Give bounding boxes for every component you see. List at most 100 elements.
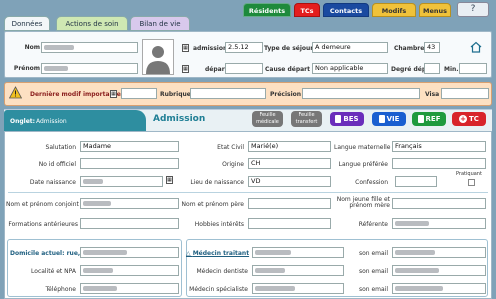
degre-dep-label: Degré dép xyxy=(391,66,427,73)
tab-menus[interactable]: Menus xyxy=(419,3,451,17)
feuille-transfert-button[interactable]: Feuille transfert xyxy=(291,111,322,127)
tab-actions-de-soin[interactable]: Actions de soin xyxy=(56,16,128,31)
admission-label: admission xyxy=(193,45,228,52)
help-icon[interactable]: ? xyxy=(457,2,489,17)
onglet-title: Admission xyxy=(153,114,206,124)
tab-tcs[interactable]: TCs xyxy=(294,3,320,17)
bes-label: BES xyxy=(343,115,359,123)
rubrique-field[interactable] xyxy=(190,88,266,99)
type-sejour-label: Type de séjour xyxy=(264,45,314,52)
son-email-label-2: son email xyxy=(358,268,388,275)
vie-label: VIE xyxy=(386,115,400,123)
divider xyxy=(8,192,488,193)
no-id-field[interactable] xyxy=(80,158,179,169)
langue-preferee-field[interactable] xyxy=(392,158,486,169)
plus-icon: + xyxy=(459,115,468,123)
tc-label: TC xyxy=(469,115,479,123)
formations-label: Formations antérieures xyxy=(8,221,78,228)
vie-button[interactable]: VIE xyxy=(372,112,406,126)
medecin-specialiste-field[interactable] xyxy=(252,283,344,294)
son-email-label-3: son email xyxy=(358,286,388,293)
avatar[interactable] xyxy=(142,39,174,75)
nom-field[interactable] xyxy=(41,42,138,53)
conjoint-field[interactable] xyxy=(80,198,179,209)
origine-field[interactable]: CH xyxy=(248,158,331,169)
admission-calendar-icon[interactable]: ▦ xyxy=(182,44,189,52)
email-traitant-field[interactable] xyxy=(392,247,486,258)
medecin-dentiste-field[interactable] xyxy=(252,265,344,276)
nom-label: Nom xyxy=(24,44,40,51)
min-label: Min. xyxy=(444,66,459,73)
home-icon[interactable] xyxy=(470,41,482,53)
admission-date-field[interactable]: 2.5.12 xyxy=(225,42,263,53)
email-specialiste-field[interactable] xyxy=(392,283,486,294)
pratiquant-label: Pratiquant xyxy=(456,171,482,177)
email-dentiste-field[interactable] xyxy=(392,265,486,276)
hobbies-label: Hobbies intérêts xyxy=(194,221,244,228)
tab-contacts[interactable]: Contacts xyxy=(323,3,369,17)
langue-maternelle-field[interactable]: Français xyxy=(392,141,486,152)
precision-field[interactable] xyxy=(302,88,420,99)
chambre-label: Chambre xyxy=(394,45,425,52)
no-id-label: No id officiel xyxy=(38,161,76,168)
type-sejour-select[interactable]: A demeure xyxy=(312,42,388,53)
localite-field[interactable] xyxy=(80,265,179,276)
son-email-label-1: son email xyxy=(358,250,388,257)
etat-civil-label: Etat Civil xyxy=(217,144,244,151)
bes-button[interactable]: BES xyxy=(330,112,364,126)
lieu-naissance-label: Lieu de naissance xyxy=(190,179,244,186)
tab-bilan-de-vie[interactable]: Bilan de vie xyxy=(130,16,190,31)
medecin-dentiste-label: Médecin dentiste xyxy=(196,268,248,275)
modif-date-field[interactable] xyxy=(121,88,157,99)
medecin-traitant-text[interactable]: Médecin traitant xyxy=(193,250,249,257)
ref-button[interactable]: REF xyxy=(412,112,446,126)
formations-field[interactable] xyxy=(80,218,179,229)
warning-icon xyxy=(8,86,23,99)
naissance-calendar-icon[interactable]: ▦ xyxy=(166,176,173,184)
mere-field[interactable] xyxy=(392,198,486,209)
tab-residents[interactable]: Résidents xyxy=(243,3,291,17)
depart-date-field[interactable] xyxy=(225,63,263,74)
modif-calendar-icon[interactable]: ▦ xyxy=(110,90,117,98)
ref-label: REF xyxy=(425,115,441,123)
degre-dep-field[interactable] xyxy=(424,63,440,74)
visa-label: Visa xyxy=(425,91,440,98)
prenom-label: Prénom xyxy=(13,65,40,72)
salutation-field[interactable]: Madame xyxy=(80,141,179,152)
telephone-label: Téléphone xyxy=(45,286,76,293)
visa-field[interactable] xyxy=(441,88,489,99)
pratiquant-checkbox[interactable] xyxy=(468,179,475,186)
lieu-naissance-field[interactable]: VD xyxy=(248,176,331,187)
confession-field[interactable] xyxy=(395,176,437,187)
depart-calendar-icon[interactable]: ▦ xyxy=(182,65,189,73)
langue-maternelle-label: Langue maternelle xyxy=(334,144,391,151)
rubrique-label: Rubrique xyxy=(160,91,191,98)
derniere-modif-label: Dernière modif importante xyxy=(30,91,121,98)
precision-label: Précision xyxy=(270,91,302,98)
domicile-label: Domicile actuel: rue, no xyxy=(10,250,91,257)
conjoint-label: Nom et prénom conjoint xyxy=(6,201,79,208)
salutation-label: Salutation xyxy=(45,144,76,151)
onglet-value: Admission xyxy=(36,118,67,125)
tc-button[interactable]: + TC xyxy=(452,112,486,126)
prenom-field[interactable] xyxy=(41,63,138,74)
cause-depart-select[interactable]: Non applicable xyxy=(312,63,388,74)
confession-label: Confession xyxy=(355,179,388,186)
date-naissance-field[interactable] xyxy=(80,176,163,187)
telephone-field[interactable] xyxy=(80,283,179,294)
hobbies-field[interactable] xyxy=(248,218,331,229)
tab-donnees[interactable]: Données xyxy=(4,16,50,31)
medecin-traitant-label: △ Médecin traitant xyxy=(186,250,250,257)
domicile-field[interactable] xyxy=(80,247,179,258)
min-field[interactable] xyxy=(459,63,487,74)
pere-label: Nom et prénom père xyxy=(181,201,244,208)
etat-civil-field[interactable]: Marié(e) xyxy=(248,141,331,152)
medecin-traitant-field[interactable] xyxy=(252,247,344,258)
mere-label: Nom jeune fille et prénom mère xyxy=(336,196,390,209)
referente-field[interactable] xyxy=(392,218,486,229)
pere-field[interactable] xyxy=(248,198,331,209)
chambre-field[interactable]: 43 xyxy=(424,42,440,53)
localite-label: Localité et NPA xyxy=(31,268,76,275)
tab-modifs[interactable]: Modifs xyxy=(372,3,416,17)
feuille-medicale-button[interactable]: Feuille médicale xyxy=(252,111,283,127)
